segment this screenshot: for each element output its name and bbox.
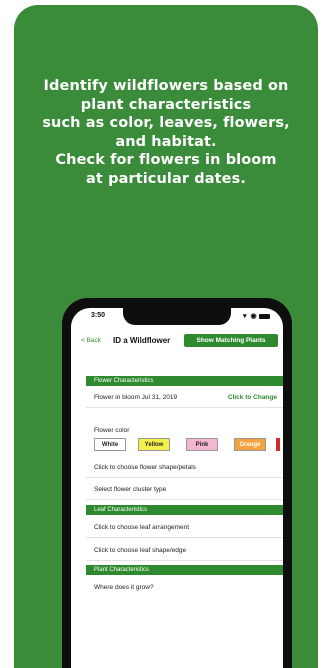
flower-color-label: Flower color	[94, 427, 130, 434]
show-matching-plants-button[interactable]: Show Matching Plants	[184, 334, 278, 347]
bloom-date-label: Flower in bloom Jul 31, 2019	[94, 394, 178, 401]
status-indicators: ▾ ◉	[243, 313, 258, 320]
flower-shape-row[interactable]: Click to choose flower shape/petals	[86, 458, 283, 478]
status-time: 3:50	[91, 312, 106, 319]
color-swatch-orange[interactable]: Orange	[234, 438, 266, 451]
battery-icon	[259, 314, 270, 319]
page-title: ID a Wildflower	[113, 336, 171, 345]
flower-cluster-row[interactable]: Select flower cluster type	[86, 480, 283, 500]
phone-screen: 3:50 ▾ ◉ < Back ID a Wildflower Show Mat…	[71, 308, 283, 668]
color-swatch-red[interactable]	[276, 438, 280, 451]
change-date-link[interactable]: Click to Change	[228, 388, 277, 408]
headline-line: plant characteristics	[80, 96, 252, 113]
promo-card: Identify wildflowers based on plant char…	[14, 5, 318, 668]
color-swatch-pink[interactable]: Pink	[186, 438, 218, 451]
leaf-shape-row[interactable]: Click to choose leaf shape/edge	[86, 541, 283, 561]
headline-line: such as color, leaves, flowers,	[42, 115, 290, 132]
headline-line: Check for flowers in bloom	[55, 152, 277, 169]
flower-color-swatches: White Yellow Pink Orange	[94, 438, 280, 452]
color-swatch-white[interactable]: White	[94, 438, 126, 451]
back-button[interactable]: < Back	[81, 337, 101, 344]
color-swatch-yellow[interactable]: Yellow	[138, 438, 170, 451]
headline-line: at particular dates.	[86, 170, 246, 187]
section-leaf-characteristics: Leaf Characteristics	[86, 505, 283, 515]
headline: Identify wildflowers based on plant char…	[14, 77, 318, 189]
leaf-arrangement-row[interactable]: Click to choose leaf arrangement	[86, 518, 283, 538]
nav-bar: < Back ID a Wildflower Show Matching Pla…	[71, 332, 283, 352]
section-plant-characteristics: Plant Characteristics	[86, 565, 283, 575]
headline-line: and habitat.	[115, 133, 217, 150]
phone-frame: 3:50 ▾ ◉ < Back ID a Wildflower Show Mat…	[62, 298, 292, 668]
bloom-date-row[interactable]: Flower in bloom Jul 31, 2019 Click to Ch…	[86, 388, 283, 408]
section-flower-characteristics: Flower Characteristics	[86, 376, 283, 386]
phone-notch	[123, 308, 231, 325]
habitat-row[interactable]: Where does it grow?	[86, 578, 283, 598]
headline-line: Identify wildflowers based on	[43, 78, 289, 94]
